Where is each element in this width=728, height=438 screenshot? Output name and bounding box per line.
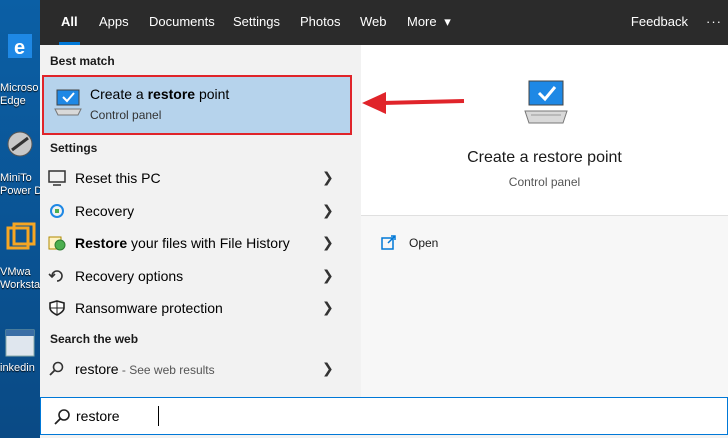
- best-match-title: Create a restore point: [90, 86, 229, 102]
- vmware-icon: [4, 222, 36, 254]
- restore-point-icon: [54, 87, 84, 122]
- chevron-right-icon: ❯: [322, 169, 334, 185]
- desktop-icon-label: MiniTo: [0, 172, 32, 184]
- restore-point-large-icon: [521, 79, 573, 134]
- settings-item-label-bold: Restore: [75, 235, 128, 251]
- settings-item-label: Recovery options: [75, 268, 184, 284]
- settings-item-reset-pc[interactable]: Reset this PC ❯: [40, 162, 350, 194]
- tab-all[interactable]: All: [59, 0, 80, 45]
- desktop-icon-label: Power D: [0, 185, 43, 197]
- preview-pane: Create a restore point Control panel: [361, 45, 728, 215]
- text-cursor: [158, 406, 159, 426]
- shield-icon: [48, 300, 66, 316]
- settings-item-label-rest: your files with File History: [127, 235, 290, 251]
- desktop-icon-label: VMwa: [0, 266, 31, 278]
- preview-subtitle: Control panel: [508, 175, 581, 189]
- feedback-link[interactable]: Feedback: [631, 0, 688, 45]
- desktop-icon-edge[interactable]: e Microso Edge: [0, 30, 40, 107]
- best-match-header: Best match: [50, 54, 115, 68]
- desktop: e Microso Edge MiniTo Power D VMwa Works…: [0, 0, 42, 438]
- desktop-icon-vmware[interactable]: VMwa Worksta: [0, 222, 40, 291]
- recovery-options-icon: [48, 268, 66, 284]
- best-match-title-suffix: point: [195, 86, 230, 102]
- tab-web[interactable]: Web: [360, 0, 387, 45]
- desktop-icon-label: Microso: [0, 82, 39, 94]
- web-result-suffix: - See web results: [118, 363, 215, 377]
- settings-header: Settings: [50, 141, 98, 155]
- minitool-icon: [4, 128, 36, 160]
- settings-item-label: Restore your files with File History: [75, 235, 290, 251]
- best-match-title-prefix: Create a: [90, 86, 148, 102]
- search-web-header: Search the web: [50, 332, 139, 346]
- settings-item-file-history[interactable]: Restore your files with File History ❯: [40, 227, 350, 259]
- desktop-icon-label: Edge: [0, 95, 26, 107]
- annotation-arrow-icon: [362, 92, 465, 114]
- tab-documents[interactable]: Documents: [149, 0, 215, 45]
- chevron-right-icon: ❯: [322, 360, 334, 376]
- results-list: Best match Create a restore point Contro…: [40, 45, 360, 397]
- open-icon: [381, 234, 397, 255]
- settings-item-recovery-options[interactable]: Recovery options ❯: [40, 260, 350, 292]
- tab-apps[interactable]: Apps: [99, 0, 129, 45]
- reset-pc-icon: [48, 170, 66, 186]
- web-result-label: restore - See web results: [75, 361, 215, 377]
- settings-item-label: Reset this PC: [75, 170, 161, 186]
- chevron-right-icon: ❯: [322, 234, 334, 250]
- desktop-icon-minitool[interactable]: MiniTo Power D: [0, 128, 42, 197]
- best-match-title-bold: restore: [147, 86, 196, 102]
- tab-photos[interactable]: Photos: [300, 0, 340, 45]
- search-icon: [48, 361, 66, 377]
- edge-icon: e: [4, 30, 36, 62]
- settings-item-label: Ransomware protection: [75, 300, 223, 316]
- svg-text:e: e: [14, 37, 25, 59]
- search-input[interactable]: restore: [76, 408, 120, 424]
- web-result-query: restore: [75, 361, 119, 377]
- desktop-icon-label: inkedin: [0, 362, 35, 374]
- best-match-item[interactable]: Create a restore point Control panel: [42, 75, 352, 135]
- tab-settings[interactable]: Settings: [233, 0, 280, 45]
- chevron-down-icon: ▾: [444, 14, 451, 29]
- chevron-right-icon: ❯: [322, 299, 334, 315]
- search-tabs: All Apps Documents Settings Photos Web M…: [40, 0, 728, 45]
- tab-more-label: More: [407, 14, 437, 29]
- desktop-icon-linkedin[interactable]: inkedin: [0, 328, 40, 374]
- best-match-subtitle: Control panel: [90, 108, 162, 122]
- chevron-right-icon: ❯: [322, 202, 334, 218]
- settings-item-label: Recovery: [75, 203, 135, 219]
- search-panel: All Apps Documents Settings Photos Web M…: [40, 0, 728, 438]
- desktop-icon-label: Worksta: [0, 279, 41, 291]
- settings-item-ransomware[interactable]: Ransomware protection ❯: [40, 292, 350, 324]
- file-history-icon: [48, 235, 66, 251]
- web-search-result[interactable]: restore - See web results ❯: [40, 353, 350, 385]
- recovery-icon: [48, 203, 66, 219]
- tab-more[interactable]: More ▾: [407, 0, 451, 45]
- linkedin-icon: [4, 328, 36, 360]
- search-box[interactable]: restore: [40, 397, 728, 435]
- settings-item-recovery[interactable]: Recovery ❯: [40, 195, 350, 227]
- open-label: Open: [409, 236, 439, 250]
- chevron-right-icon: ❯: [322, 267, 334, 283]
- preview-actions: Open: [361, 215, 728, 398]
- preview-title: Create a restore point: [467, 149, 622, 166]
- more-options-icon[interactable]: ···: [706, 0, 722, 45]
- search-icon: [53, 408, 71, 431]
